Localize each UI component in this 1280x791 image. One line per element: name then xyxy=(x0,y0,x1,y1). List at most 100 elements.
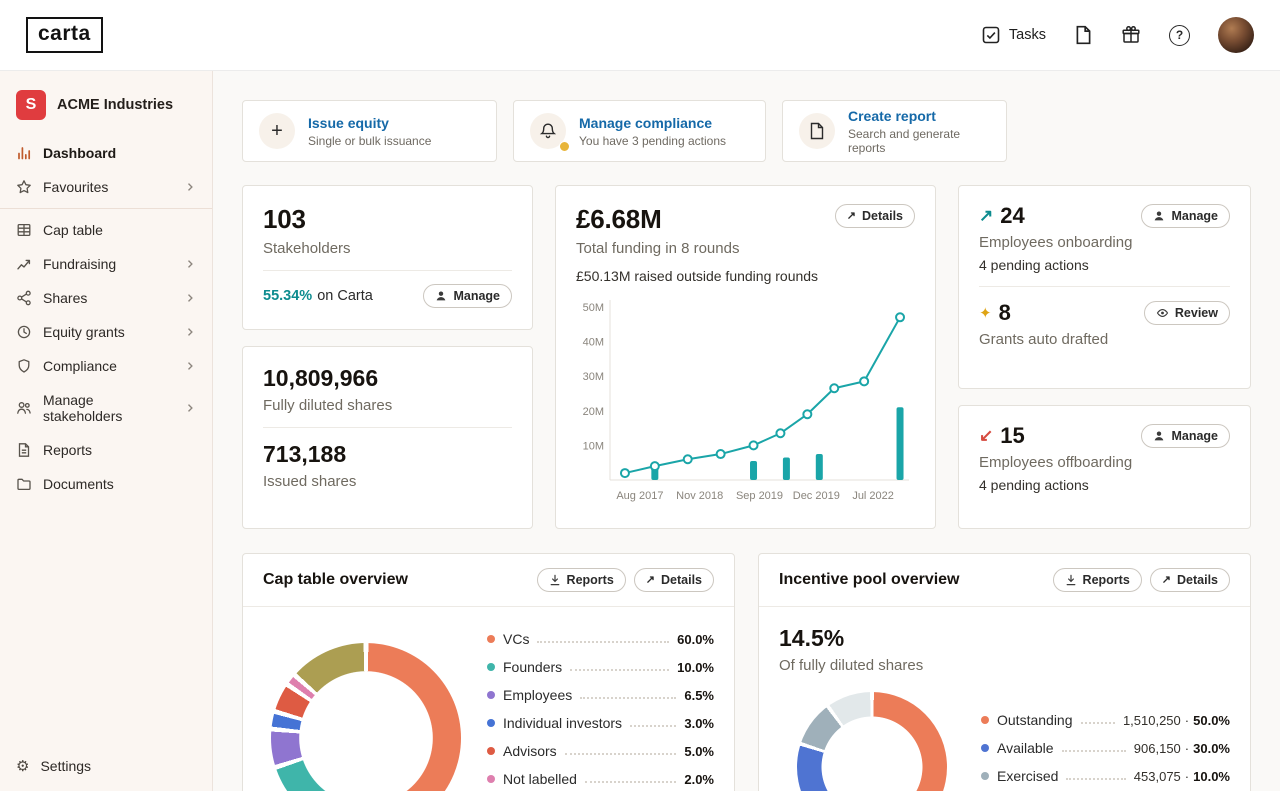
legend-dot xyxy=(981,772,989,780)
on-carta-label: on Carta xyxy=(317,288,373,304)
manage-stakeholders-button[interactable]: Manage xyxy=(423,284,512,308)
onboarding-pending: 4 pending actions xyxy=(979,257,1230,273)
incentive-pool-overview-card: Incentive pool overview Reports ↗ Detail… xyxy=(758,553,1251,791)
svg-text:50M: 50M xyxy=(583,302,604,314)
cap-table-donut-chart xyxy=(271,643,461,791)
legend-dot xyxy=(981,744,989,752)
svg-text:Nov 2018: Nov 2018 xyxy=(676,490,723,502)
gift-icon[interactable] xyxy=(1121,25,1141,45)
sidebar-item-label: Compliance xyxy=(43,358,117,374)
funding-details-button[interactable]: ↗ Details xyxy=(835,204,915,228)
funding-note: £50.13M raised outside funding rounds xyxy=(576,268,915,284)
sidebar-item-label: Reports xyxy=(43,442,92,458)
offboarding-manage-button[interactable]: Manage xyxy=(1141,424,1230,448)
issue-equity-card[interactable]: + Issue equity Single or bulk issuance xyxy=(242,100,497,162)
dotted-leader xyxy=(537,641,669,643)
sidebar-item-fundraising[interactable]: Fundraising xyxy=(0,247,212,281)
offboarding-count: 15 xyxy=(1000,423,1024,449)
cap-table-title: Cap table overview xyxy=(263,571,408,589)
app: carta Tasks xyxy=(0,0,1280,791)
dashboard-icon xyxy=(16,145,32,161)
carta-logo: carta xyxy=(26,17,103,52)
legend-item: VCs 60.0% xyxy=(487,631,714,647)
sidebar-item-label: Shares xyxy=(43,290,87,306)
offboarding-card: ↙ 15 Manage Employees offboarding 4 pend… xyxy=(958,405,1251,529)
people-icon xyxy=(16,400,32,416)
action-subtitle: Search and generate reports xyxy=(848,127,990,155)
report-page-icon xyxy=(799,113,835,149)
incentive-details-button[interactable]: ↗ Details xyxy=(1150,568,1230,592)
legend-dot xyxy=(487,747,495,755)
person-icon xyxy=(1153,430,1165,442)
arrow-up-right-icon: ↗ xyxy=(979,206,993,226)
incentive-pool-pct-label: Of fully diluted shares xyxy=(779,657,1230,674)
sidebar-item-settings[interactable]: ⚙ Settings xyxy=(0,743,212,791)
tasks-button[interactable]: Tasks xyxy=(981,25,1046,45)
issued-label: Issued shares xyxy=(263,473,512,490)
sidebar-item-dashboard[interactable]: Dashboard xyxy=(0,136,212,170)
person-icon xyxy=(1153,210,1165,222)
shares-icon xyxy=(16,290,32,306)
svg-text:Jul 2022: Jul 2022 xyxy=(852,490,894,502)
offboarding-label: Employees offboarding xyxy=(979,454,1230,471)
captable-details-button[interactable]: ↗ Details xyxy=(634,568,714,592)
svg-text:20M: 20M xyxy=(583,406,604,418)
carta-logo-text: carta xyxy=(38,22,91,45)
svg-text:Aug 2017: Aug 2017 xyxy=(616,490,663,502)
svg-text:Dec 2019: Dec 2019 xyxy=(793,490,840,502)
sidebar-item-compliance[interactable]: Compliance xyxy=(0,349,212,383)
total-funding-value: £6.68M xyxy=(576,204,662,235)
report-icon xyxy=(16,442,32,458)
onboarding-label: Employees onboarding xyxy=(979,234,1230,251)
onboarding-card: ↗ 24 Manage Employees onboarding 4 pendi… xyxy=(958,185,1251,389)
fully-diluted-count: 10,809,966 xyxy=(263,365,512,392)
tasks-checkbox-icon xyxy=(981,25,1001,45)
dashboard-main: + Issue equity Single or bulk issuance M… xyxy=(213,71,1280,791)
sidebar-item-cap-table[interactable]: Cap table xyxy=(0,213,212,247)
chevron-right-icon xyxy=(184,326,196,338)
sidebar-item-reports[interactable]: Reports xyxy=(0,433,212,467)
company-switcher[interactable]: S ACME Industries xyxy=(0,71,212,136)
sidebar-item-favourites[interactable]: Favourites xyxy=(0,170,212,204)
grants-label: Grants auto drafted xyxy=(979,331,1230,348)
funding-chart: 10M20M30M40M50MAug 2017Nov 2018Sep 2019D… xyxy=(576,294,917,506)
create-report-card[interactable]: Create report Search and generate report… xyxy=(782,100,1007,162)
action-subtitle: Single or bulk issuance xyxy=(308,134,431,148)
dotted-leader xyxy=(585,781,676,783)
on-carta-pct: 55.34% xyxy=(263,288,312,304)
captable-reports-button[interactable]: Reports xyxy=(537,568,626,592)
svg-text:Sep 2019: Sep 2019 xyxy=(736,490,783,502)
grants-count: 8 xyxy=(999,300,1011,326)
legend-item: Individual investors 3.0% xyxy=(487,715,714,731)
onboarding-manage-button[interactable]: Manage xyxy=(1141,204,1230,228)
legend-item: Exercised 453,075 · 10.0% xyxy=(981,768,1230,784)
chevron-right-icon xyxy=(184,181,196,193)
manage-compliance-card[interactable]: Manage compliance You have 3 pending act… xyxy=(513,100,766,162)
action-title: Manage compliance xyxy=(579,115,726,131)
sidebar-item-manage-stakeholders[interactable]: Manage stakeholders xyxy=(0,383,212,433)
grants-review-button[interactable]: Review xyxy=(1144,301,1230,325)
sidebar-item-equity-grants[interactable]: Equity grants xyxy=(0,315,212,349)
star-icon xyxy=(16,179,32,195)
arrow-up-right-icon: ↗ xyxy=(1162,575,1171,586)
divider xyxy=(263,427,512,428)
arrow-up-right-icon: ↗ xyxy=(646,575,655,586)
legend-item: Available 906,150 · 30.0% xyxy=(981,740,1230,756)
legend-dot xyxy=(487,775,495,783)
legend-item: Employees 6.5% xyxy=(487,687,714,703)
sidebar-item-shares[interactable]: Shares xyxy=(0,281,212,315)
incentive-pool-donut-chart xyxy=(797,692,947,791)
action-title: Issue equity xyxy=(308,115,431,131)
help-icon[interactable]: ? xyxy=(1169,25,1190,46)
dotted-leader xyxy=(565,753,677,755)
sidebar-item-documents[interactable]: Documents xyxy=(0,467,212,501)
legend-item: Advisors 5.0% xyxy=(487,743,714,759)
dotted-leader xyxy=(1066,778,1125,780)
dotted-leader xyxy=(1081,722,1115,724)
onboarding-count: 24 xyxy=(1000,203,1024,229)
chevron-right-icon xyxy=(184,258,196,270)
folder-icon xyxy=(16,476,32,492)
user-avatar[interactable] xyxy=(1218,17,1254,53)
document-icon[interactable] xyxy=(1074,25,1093,45)
incentive-reports-button[interactable]: Reports xyxy=(1053,568,1142,592)
